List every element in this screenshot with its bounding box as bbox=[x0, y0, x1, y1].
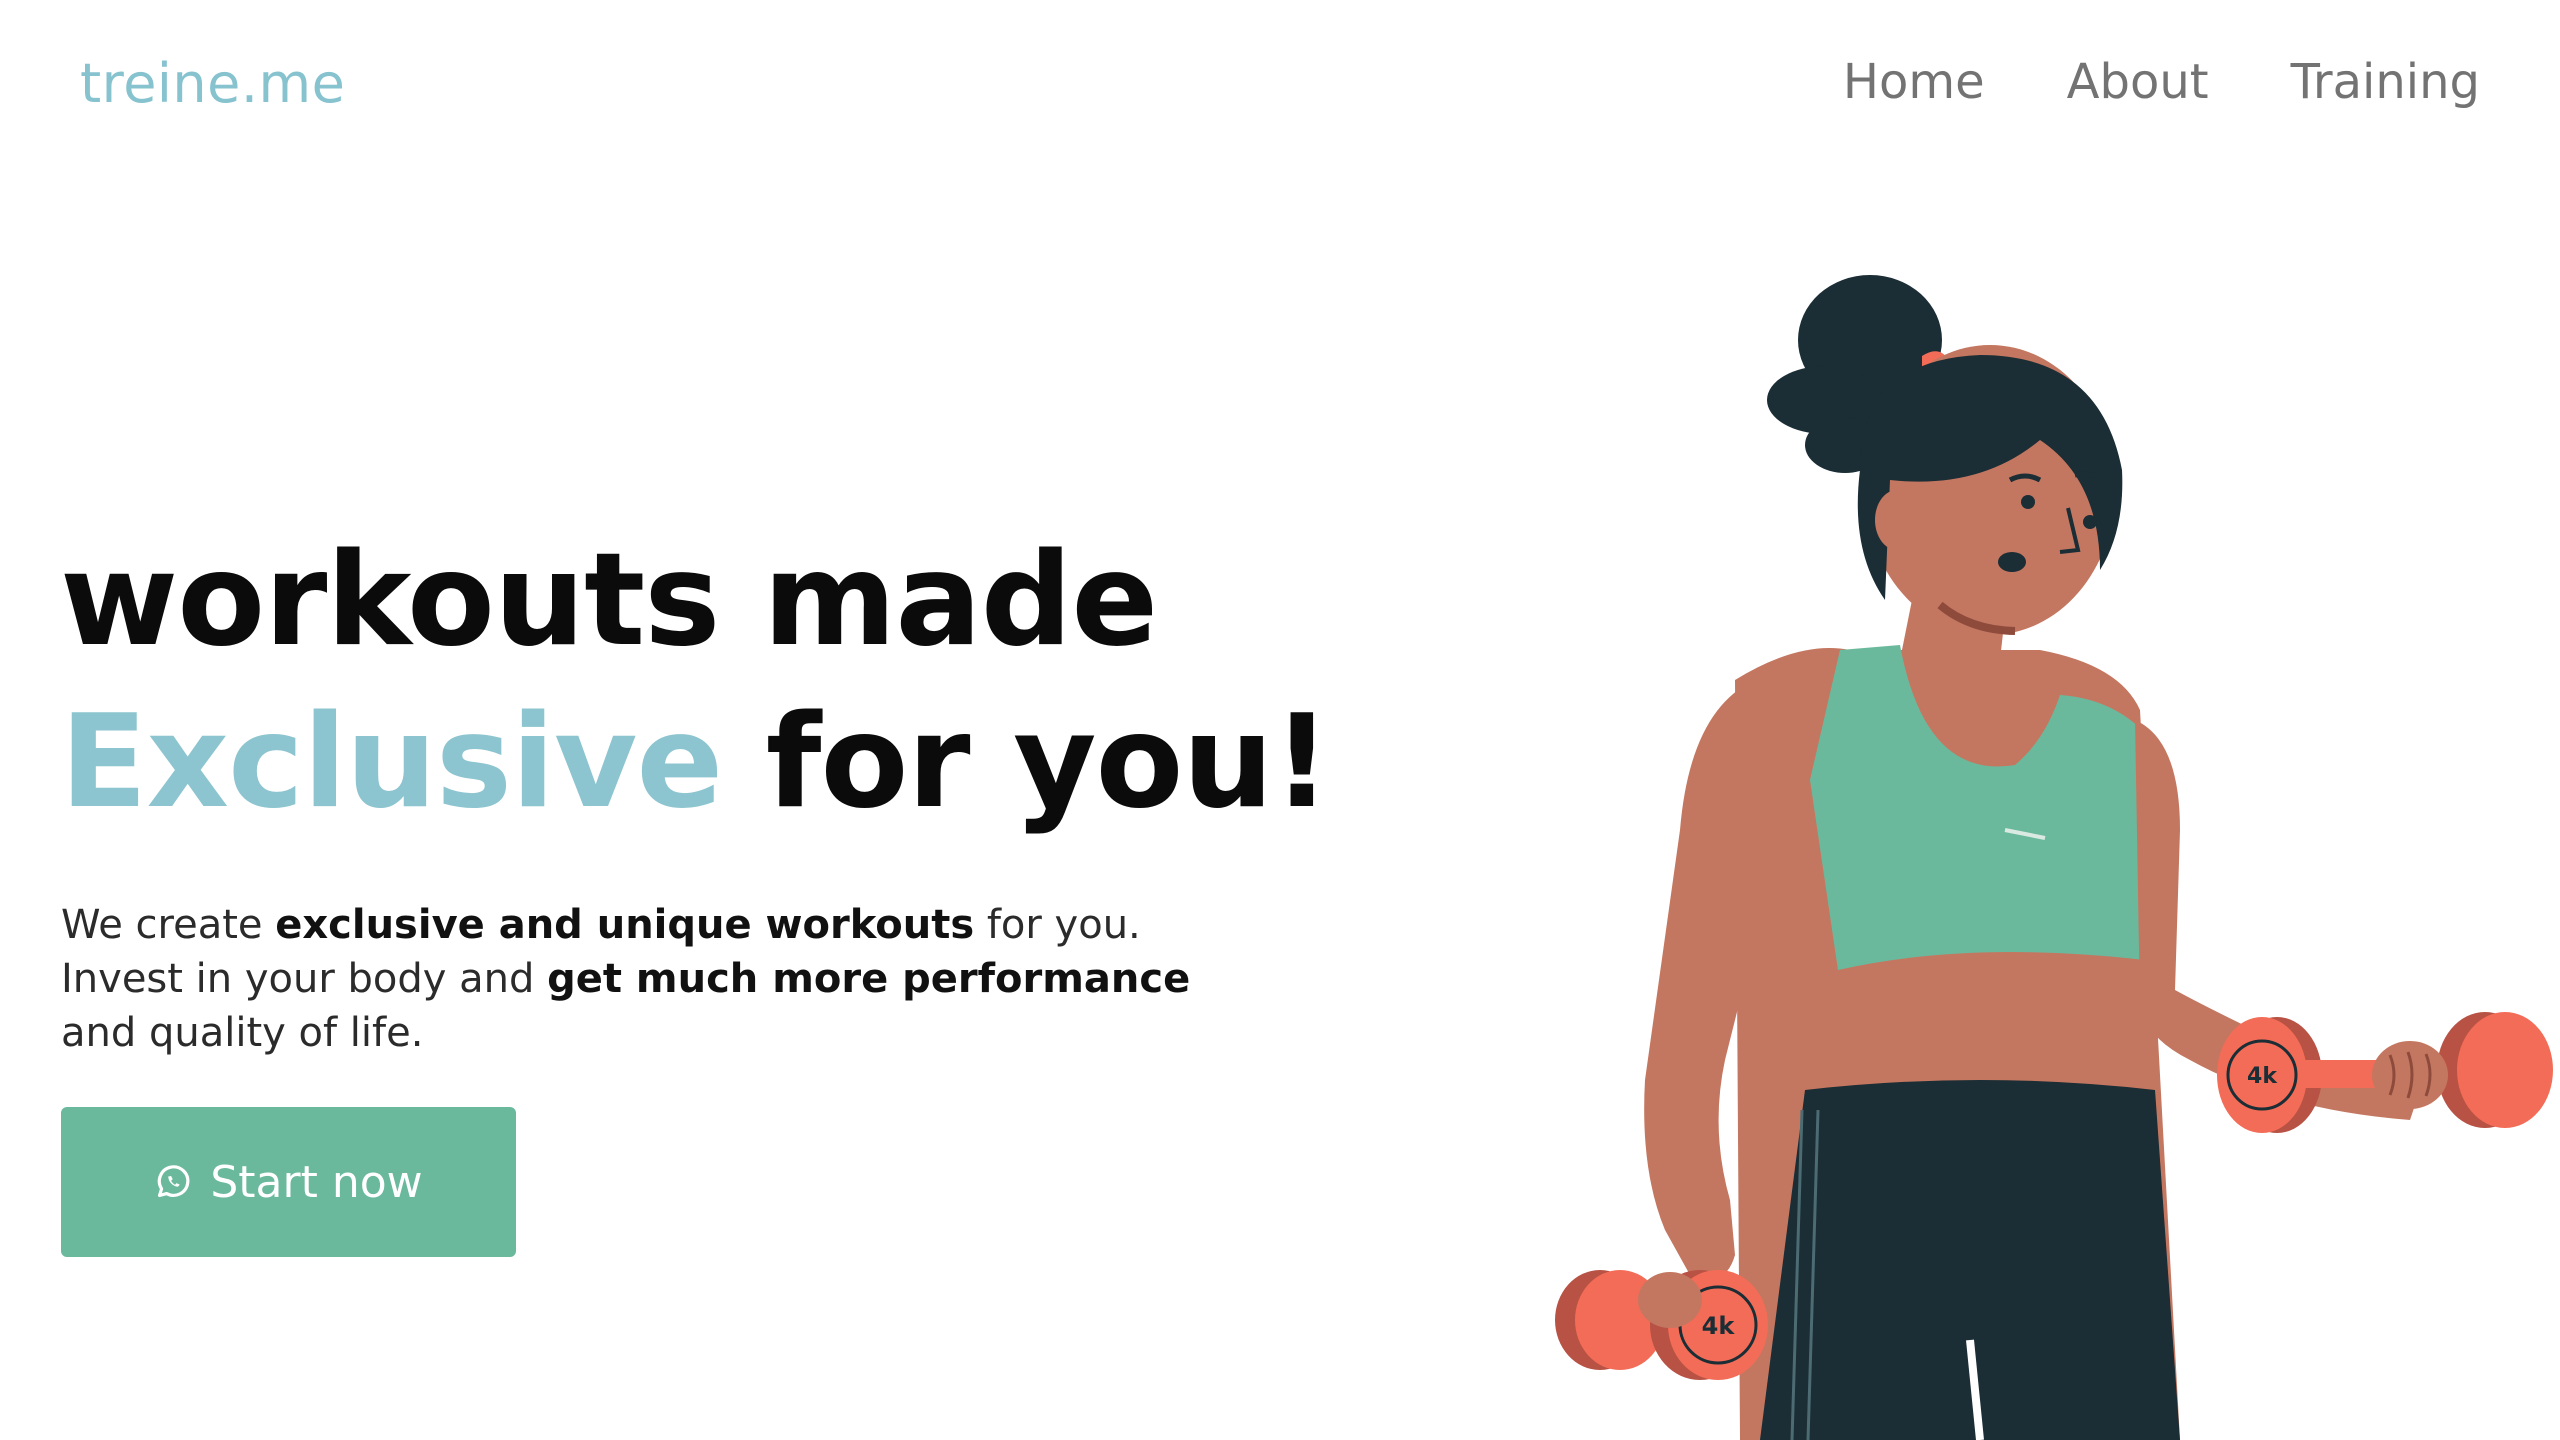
woman-lifting-dumbbells-illustration: 4k 4k bbox=[1555, 275, 2553, 1440]
description-bold: exclusive and unique workouts bbox=[275, 902, 975, 948]
nav-about-link[interactable]: About bbox=[2067, 54, 2209, 110]
description-bold: get much more performance bbox=[547, 956, 1191, 1002]
description-text: and quality of life. bbox=[61, 1010, 424, 1056]
hero-title: workouts made Exclusive for you! bbox=[60, 520, 1331, 844]
hero-title-line1: workouts made bbox=[60, 526, 1158, 675]
dumbbell-weight-label: 4k bbox=[2247, 1064, 2278, 1089]
dumbbell-weight-label: 4k bbox=[1702, 1312, 1736, 1340]
logo[interactable]: treine.me bbox=[80, 52, 345, 115]
start-now-label: Start now bbox=[210, 1156, 423, 1208]
whatsapp-icon bbox=[158, 1165, 190, 1198]
start-now-button[interactable]: Start now bbox=[61, 1107, 516, 1257]
hero-title-rest: for you! bbox=[722, 688, 1331, 837]
description-text: We create bbox=[61, 902, 276, 948]
main-nav: Home About Training bbox=[1843, 54, 2480, 110]
nav-training-link[interactable]: Training bbox=[2291, 54, 2480, 110]
hero-title-accent: Exclusive bbox=[60, 688, 723, 837]
hero-description: We create exclusive and unique workouts … bbox=[61, 898, 1261, 1060]
landing-page: treine.me Home About Training workouts m… bbox=[0, 0, 2560, 1440]
nav-home-link[interactable]: Home bbox=[1843, 54, 1985, 110]
